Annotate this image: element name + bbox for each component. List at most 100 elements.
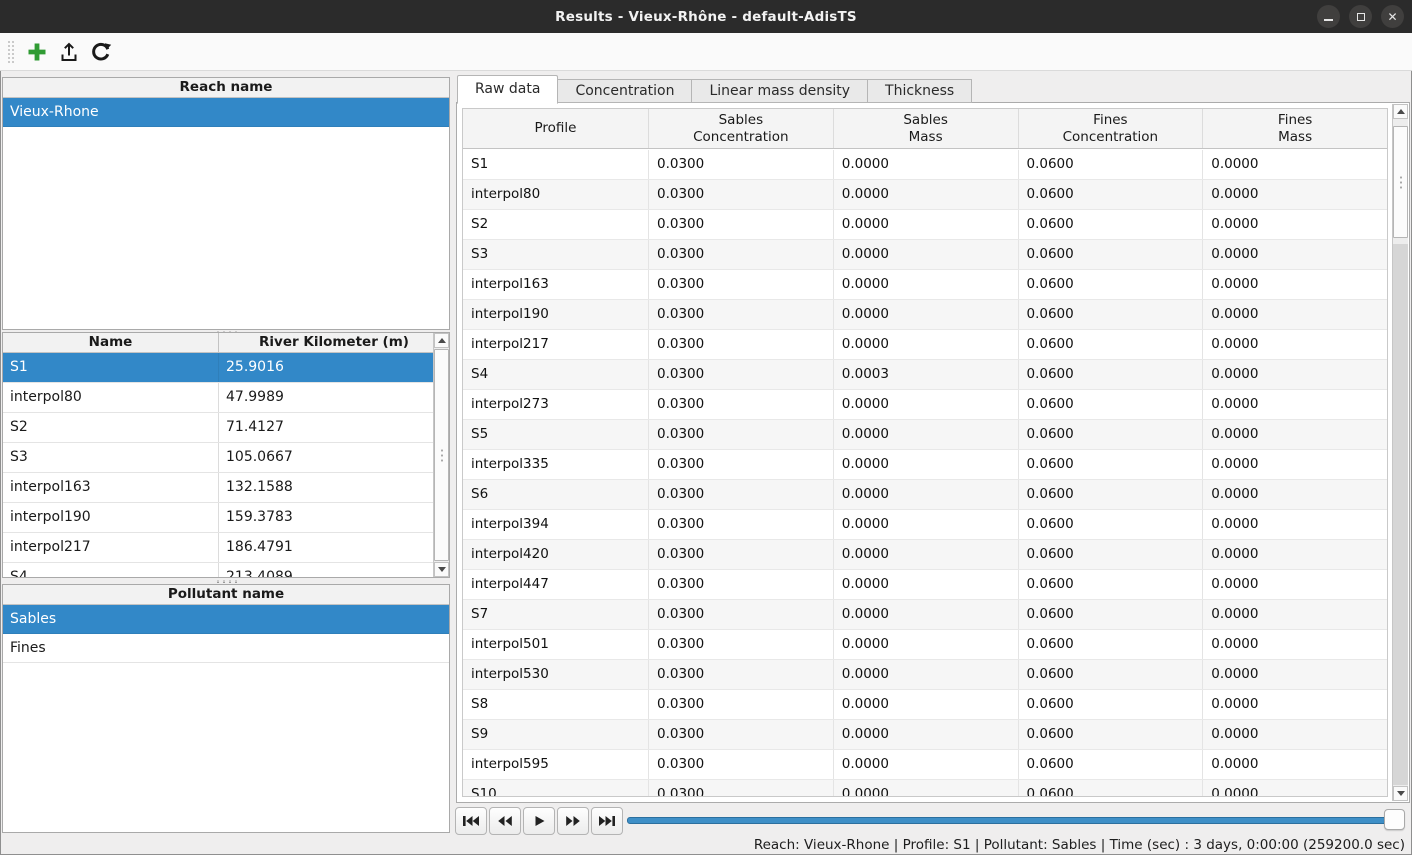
fast-forward-button[interactable] xyxy=(557,807,589,835)
scroll-up-icon[interactable] xyxy=(434,333,449,348)
table-row[interactable]: interpol1630.03000.00000.06000.0000 xyxy=(463,270,1387,300)
table-row[interactable]: S60.03000.00000.06000.0000 xyxy=(463,480,1387,510)
table-row[interactable]: S20.03000.00000.06000.0000 xyxy=(463,210,1387,240)
column-header[interactable]: FinesConcentration xyxy=(1019,109,1204,148)
tab-raw-data[interactable]: Raw data xyxy=(457,75,558,104)
tab-concentration[interactable]: Concentration xyxy=(558,79,692,103)
skip-to-start-button[interactable] xyxy=(455,807,487,835)
column-header[interactable]: SablesMass xyxy=(834,109,1019,148)
skip-to-end-button[interactable] xyxy=(591,807,623,835)
scroll-down-icon[interactable] xyxy=(1393,786,1408,801)
value-cell: 0.0000 xyxy=(1203,630,1387,659)
value-cell: 0.0000 xyxy=(1203,180,1387,209)
column-header[interactable]: FinesMass xyxy=(1203,109,1387,148)
profile-row[interactable]: S125.9016 xyxy=(3,353,433,383)
profile-row[interactable]: S271.4127 xyxy=(3,413,433,443)
time-slider[interactable] xyxy=(627,806,1405,834)
table-row[interactable]: interpol4470.03000.00000.06000.0000 xyxy=(463,570,1387,600)
profile-row[interactable]: interpol217186.4791 xyxy=(3,533,433,563)
table-row[interactable]: S90.03000.00000.06000.0000 xyxy=(463,720,1387,750)
value-cell: 0.0000 xyxy=(1203,600,1387,629)
profile-km-cell: 47.9989 xyxy=(219,383,433,412)
close-button[interactable]: ✕ xyxy=(1381,5,1404,28)
profiles-scrollbar[interactable] xyxy=(433,333,449,577)
column-header[interactable]: Profile xyxy=(463,109,649,148)
play-icon xyxy=(530,815,548,827)
profile-row[interactable]: S3105.0667 xyxy=(3,443,433,473)
add-button[interactable] xyxy=(21,36,53,68)
scrollbar-thumb[interactable] xyxy=(1393,126,1408,238)
table-row[interactable]: interpol5950.03000.00000.06000.0000 xyxy=(463,750,1387,780)
table-row[interactable]: interpol5300.03000.00000.06000.0000 xyxy=(463,660,1387,690)
play-button[interactable] xyxy=(523,807,555,835)
scrollbar-track[interactable] xyxy=(1393,244,1408,785)
pollutant-item[interactable]: Fines xyxy=(3,634,449,663)
value-cell: 0.0000 xyxy=(834,780,1019,796)
tab-linear-mass-density[interactable]: Linear mass density xyxy=(692,79,868,103)
value-cell: 0.0000 xyxy=(1203,540,1387,569)
pollutant-item[interactable]: Sables xyxy=(3,605,449,634)
value-cell: 0.0600 xyxy=(1019,450,1204,479)
scroll-up-icon[interactable] xyxy=(1393,104,1408,119)
table-row[interactable]: S50.03000.00000.06000.0000 xyxy=(463,420,1387,450)
value-cell: 0.0300 xyxy=(649,600,834,629)
profile-row[interactable]: S4213.4089 xyxy=(3,563,433,577)
table-row[interactable]: interpol1900.03000.00000.06000.0000 xyxy=(463,300,1387,330)
scroll-down-icon[interactable] xyxy=(434,562,449,577)
reach-list-item[interactable]: Vieux-Rhone xyxy=(3,98,449,127)
table-row[interactable]: interpol2730.03000.00000.06000.0000 xyxy=(463,390,1387,420)
table-row[interactable]: interpol3940.03000.00000.06000.0000 xyxy=(463,510,1387,540)
table-row[interactable]: S70.03000.00000.06000.0000 xyxy=(463,600,1387,630)
table-row[interactable]: S40.03000.00030.06000.0000 xyxy=(463,360,1387,390)
time-slider-track[interactable] xyxy=(627,817,1401,824)
toolbar-grip[interactable] xyxy=(6,39,15,65)
result-body: S10.03000.00000.06000.0000interpol800.03… xyxy=(463,150,1387,796)
results-scrollbar[interactable] xyxy=(1392,104,1408,801)
value-cell: 0.0600 xyxy=(1019,420,1204,449)
rewind-button[interactable] xyxy=(489,807,521,835)
status-text: Reach: Vieux-Rhone | Profile: S1 | Pollu… xyxy=(754,837,1405,853)
profiles-panel: Name River Kilometer (m) S125.9016interp… xyxy=(2,332,450,578)
profile-row[interactable]: interpol190159.3783 xyxy=(3,503,433,533)
table-row[interactable]: S80.03000.00000.06000.0000 xyxy=(463,690,1387,720)
table-row[interactable]: interpol5010.03000.00000.06000.0000 xyxy=(463,630,1387,660)
profile-row[interactable]: interpol163132.1588 xyxy=(3,473,433,503)
scrollbar-thumb[interactable] xyxy=(434,349,449,561)
statusbar: Reach: Vieux-Rhone | Profile: S1 | Pollu… xyxy=(0,835,1412,855)
table-row[interactable]: interpol2170.03000.00000.06000.0000 xyxy=(463,330,1387,360)
value-cell: 0.0300 xyxy=(649,300,834,329)
value-cell: 0.0000 xyxy=(1203,210,1387,239)
profile-km-cell: 71.4127 xyxy=(219,413,433,442)
export-button[interactable] xyxy=(53,36,85,68)
value-cell: 0.0600 xyxy=(1019,510,1204,539)
profile-row[interactable]: interpol8047.9989 xyxy=(3,383,433,413)
splitter-handle[interactable] xyxy=(2,579,450,583)
column-header-river-km[interactable]: River Kilometer (m) xyxy=(219,333,449,352)
titlebar[interactable]: Results - Vieux-Rhône - default-AdisTS ✕ xyxy=(0,0,1412,33)
column-header[interactable]: SablesConcentration xyxy=(649,109,834,148)
table-row[interactable]: interpol800.03000.00000.06000.0000 xyxy=(463,180,1387,210)
minimize-button[interactable] xyxy=(1317,5,1340,28)
table-row[interactable]: S100.03000.00000.06000.0000 xyxy=(463,780,1387,796)
value-cell: 0.0300 xyxy=(649,750,834,779)
plus-icon xyxy=(26,41,48,63)
value-cell: 0.0300 xyxy=(649,780,834,796)
tab-thickness[interactable]: Thickness xyxy=(868,79,972,103)
app-window: Results - Vieux-Rhône - default-AdisTS ✕ xyxy=(0,0,1412,855)
refresh-button[interactable] xyxy=(85,36,117,68)
maximize-button[interactable] xyxy=(1349,5,1372,28)
time-slider-handle[interactable] xyxy=(1384,809,1405,830)
table-row[interactable]: S30.03000.00000.06000.0000 xyxy=(463,240,1387,270)
profile-cell: interpol217 xyxy=(463,330,649,359)
close-icon: ✕ xyxy=(1387,11,1397,23)
value-cell: 0.0000 xyxy=(1203,750,1387,779)
profile-cell: interpol595 xyxy=(463,750,649,779)
table-row[interactable]: interpol4200.03000.00000.06000.0000 xyxy=(463,540,1387,570)
table-row[interactable]: interpol3350.03000.00000.06000.0000 xyxy=(463,450,1387,480)
table-row[interactable]: S10.03000.00000.06000.0000 xyxy=(463,150,1387,180)
value-cell: 0.0300 xyxy=(649,570,834,599)
value-cell: 0.0300 xyxy=(649,180,834,209)
column-header-name[interactable]: Name xyxy=(3,333,219,352)
value-cell: 0.0000 xyxy=(834,150,1019,179)
profile-cell: interpol335 xyxy=(463,450,649,479)
